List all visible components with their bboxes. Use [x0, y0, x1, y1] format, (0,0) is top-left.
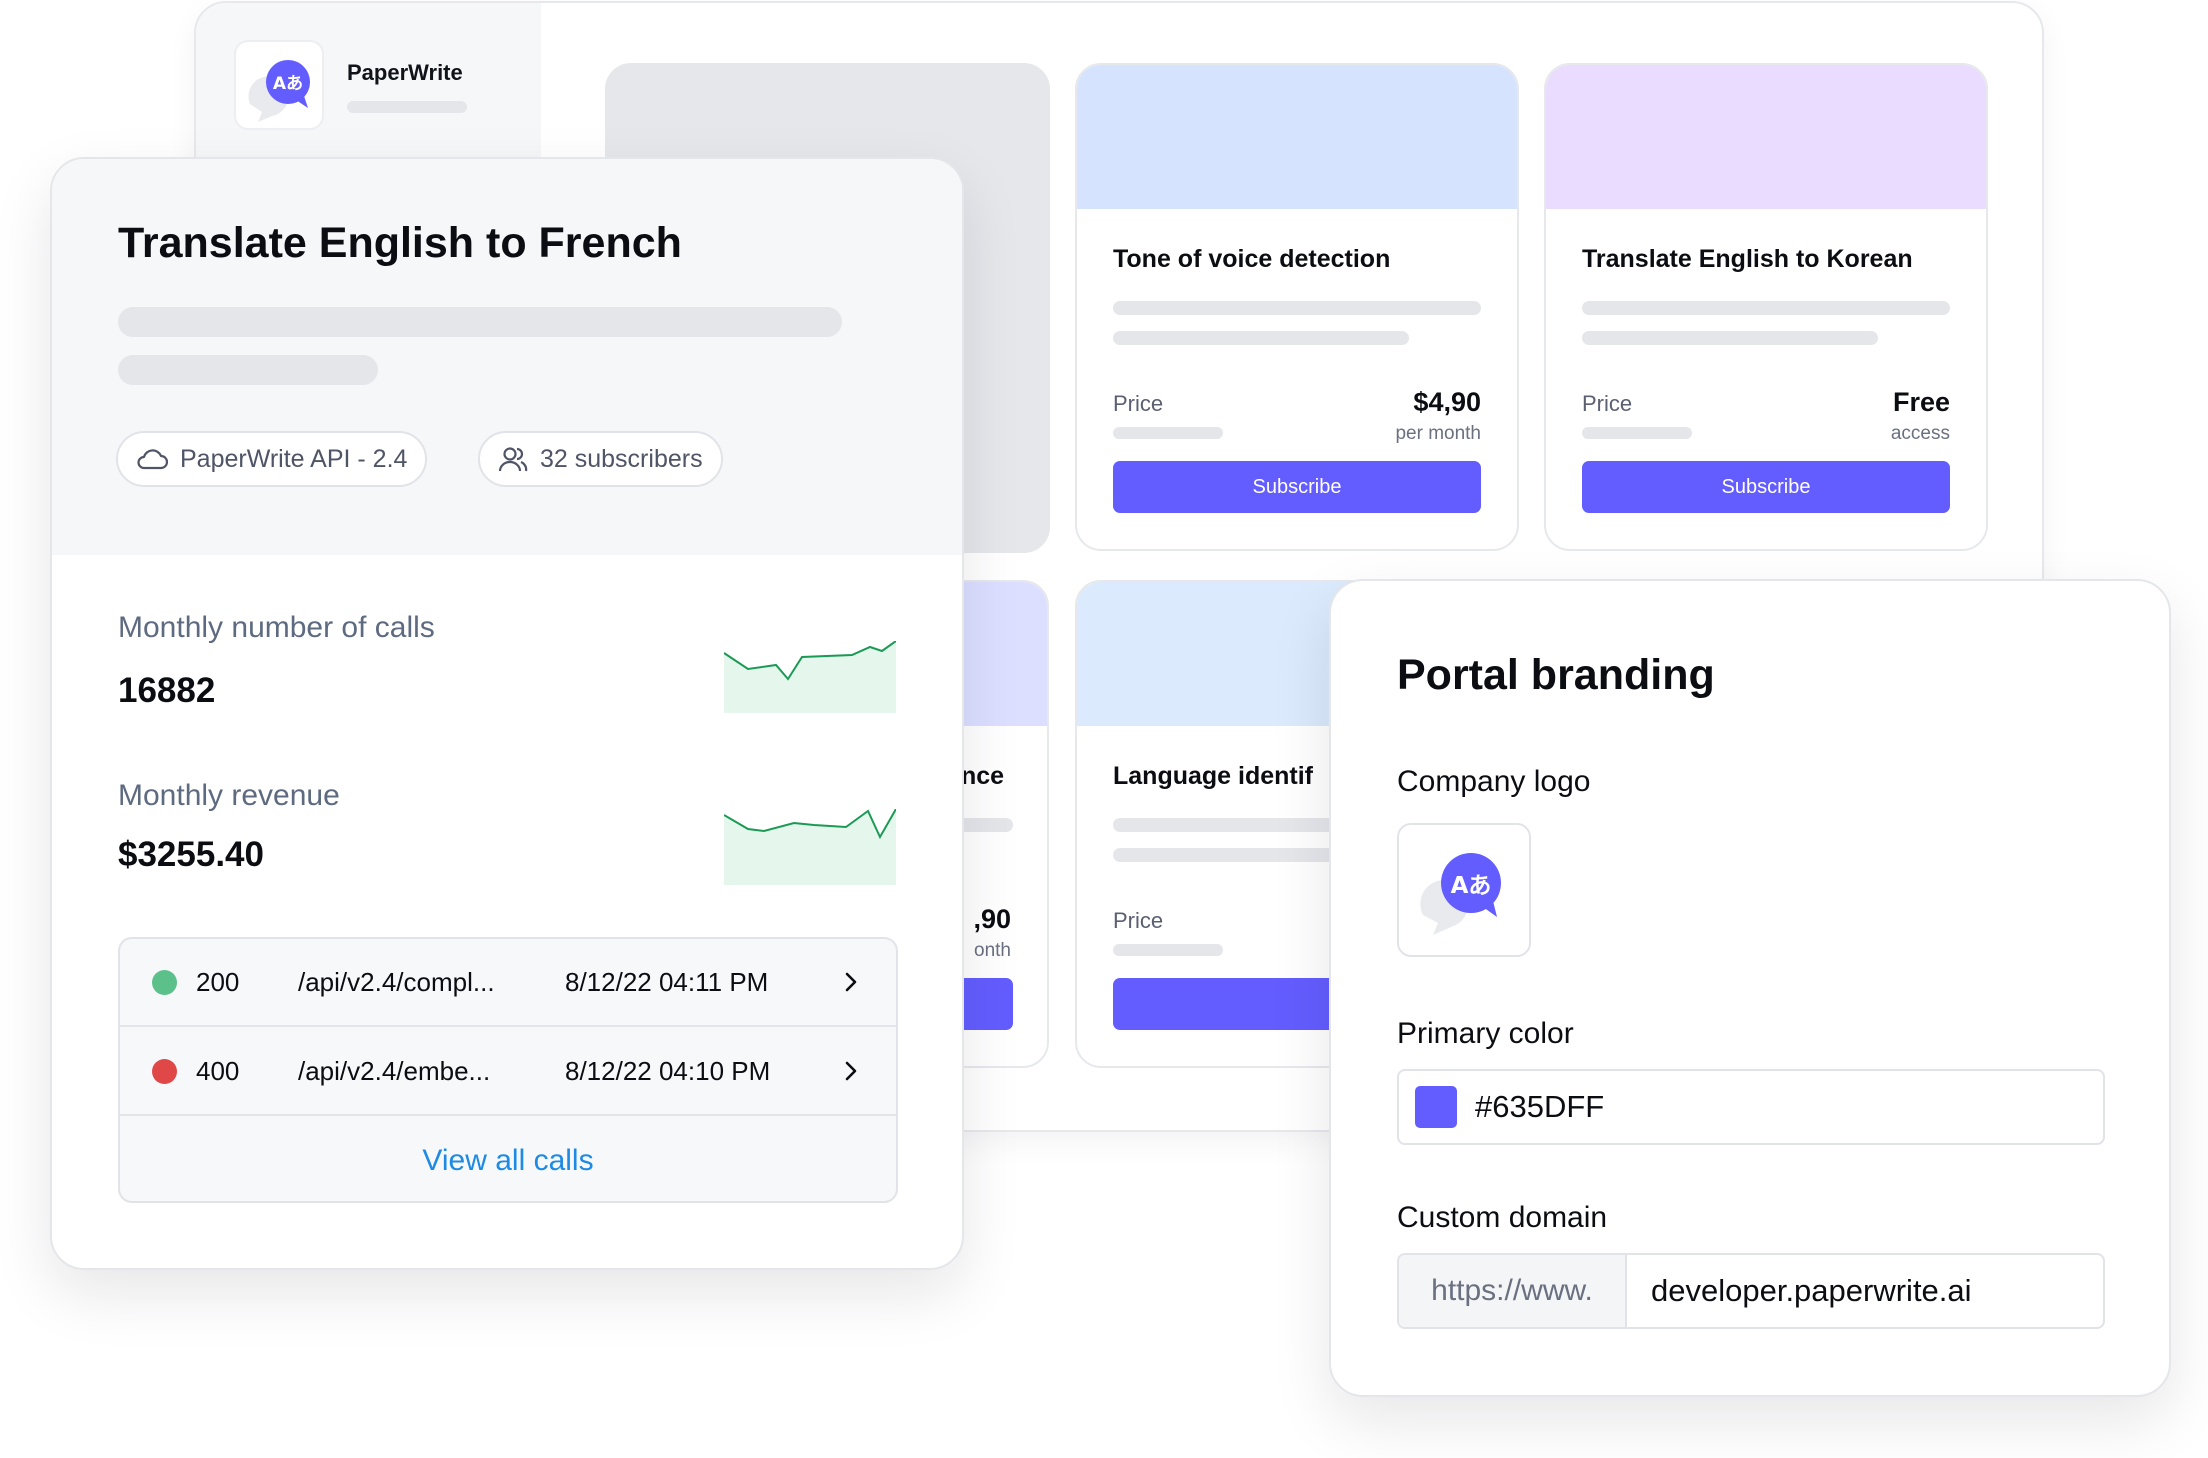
card-banner [1546, 65, 1986, 209]
card-title: Tone of voice detection [1113, 245, 1391, 273]
revenue-sparkline [724, 809, 896, 885]
metric-value-revenue: $3255.40 [118, 835, 264, 874]
primary-color-input[interactable]: #635DFF [1397, 1069, 2105, 1145]
call-status-code: 400 [196, 1055, 240, 1086]
metric-label-revenue: Monthly revenue [118, 779, 340, 812]
price-value: $4,90 [1413, 387, 1481, 417]
call-row[interactable]: 200 /api/v2.4/compl... 8/12/22 04:11 PM [120, 939, 896, 1027]
domain-value[interactable]: developer.paperwrite.ai [1651, 1255, 1972, 1327]
description-placeholder [1113, 331, 1409, 345]
users-icon [498, 447, 528, 472]
subscribers-label: 32 subscribers [540, 444, 703, 473]
price-period: onth [974, 940, 1011, 961]
chevron-right-icon[interactable] [838, 969, 864, 995]
company-logo-upload[interactable]: Aあ [1397, 823, 1531, 957]
card-banner [1077, 65, 1517, 209]
api-card-translate-korean[interactable]: Translate English to Korean Price Free a… [1544, 63, 1988, 551]
view-all-calls-link[interactable]: View all calls [120, 1117, 896, 1201]
price-period: per month [1395, 423, 1481, 444]
description-placeholder [118, 355, 378, 385]
api-title: Translate English to French [118, 219, 682, 267]
color-swatch[interactable] [1415, 1086, 1457, 1128]
api-detail-panel: Translate English to French PaperWrite A… [50, 157, 964, 1270]
description-placeholder [1582, 331, 1878, 345]
price-label: Price [1113, 908, 1164, 933]
call-row[interactable]: 400 /api/v2.4/embe... 8/12/22 04:10 PM [120, 1028, 896, 1116]
price-period: access [1890, 423, 1950, 444]
description-placeholder [118, 307, 842, 337]
price-value: ,90 [973, 904, 1011, 934]
card-title: Language identif [1113, 762, 1313, 790]
company-logo-label: Company logo [1397, 765, 1591, 798]
logo-glyph: Aあ [273, 74, 303, 94]
portal-branding-panel: Portal branding Company logo Aあ Primary … [1329, 579, 2171, 1397]
api-card-tone-of-voice[interactable]: Tone of voice detection Price $4,90 per … [1075, 63, 1519, 551]
custom-domain-input[interactable]: https://www. developer.paperwrite.ai [1397, 1253, 2105, 1329]
primary-color-label: Primary color [1397, 1017, 1574, 1050]
price-label: Price [1582, 391, 1633, 416]
card-title: nce [961, 762, 1005, 790]
call-path: /api/v2.4/embe... [298, 1055, 491, 1086]
price-placeholder [1113, 427, 1223, 439]
description-placeholder [1582, 301, 1950, 315]
primary-color-value: #635DFF [1475, 1089, 1605, 1124]
metric-label-calls: Monthly number of calls [118, 611, 435, 644]
card-title: Translate English to Korean [1582, 245, 1913, 273]
subscribers-pill[interactable]: 32 subscribers [478, 431, 723, 487]
status-dot-error [152, 1058, 177, 1084]
detail-header: Translate English to French PaperWrite A… [52, 159, 962, 555]
chat-translate-icon: Aあ [1420, 853, 1501, 935]
price-placeholder [1113, 944, 1223, 956]
branding-title: Portal branding [1397, 651, 1715, 699]
brand-logo[interactable]: Aあ [234, 40, 324, 130]
recent-calls-list: 200 /api/v2.4/compl... 8/12/22 04:11 PM … [118, 937, 898, 1203]
price-label: Price [1113, 391, 1164, 416]
subscribe-button[interactable]: Subscribe [1582, 461, 1950, 513]
call-timestamp: 8/12/22 04:11 PM [565, 966, 769, 997]
price-placeholder [1582, 427, 1692, 439]
chevron-right-icon[interactable] [838, 1058, 864, 1084]
custom-domain-label: Custom domain [1397, 1201, 1608, 1234]
logo-glyph: Aあ [1451, 873, 1492, 899]
chat-translate-icon: Aあ [248, 60, 310, 122]
cloud-icon [137, 449, 168, 470]
subscribe-button[interactable]: Subscribe [1113, 461, 1481, 513]
call-path: /api/v2.4/compl... [298, 966, 495, 997]
call-timestamp: 8/12/22 04:10 PM [565, 1055, 771, 1086]
domain-prefix: https://www. [1399, 1255, 1627, 1327]
metric-value-calls: 16882 [118, 671, 216, 710]
brand-name: PaperWrite [347, 60, 463, 85]
api-version-pill[interactable]: PaperWrite API - 2.4 [116, 431, 428, 487]
brand-subtitle-placeholder [347, 101, 467, 113]
price-value: Free [1892, 387, 1950, 417]
call-status-code: 200 [196, 966, 240, 997]
status-dot-success [152, 969, 177, 995]
description-placeholder [1113, 301, 1481, 315]
api-version-label: PaperWrite API - 2.4 [180, 444, 408, 473]
calls-sparkline [724, 641, 896, 713]
